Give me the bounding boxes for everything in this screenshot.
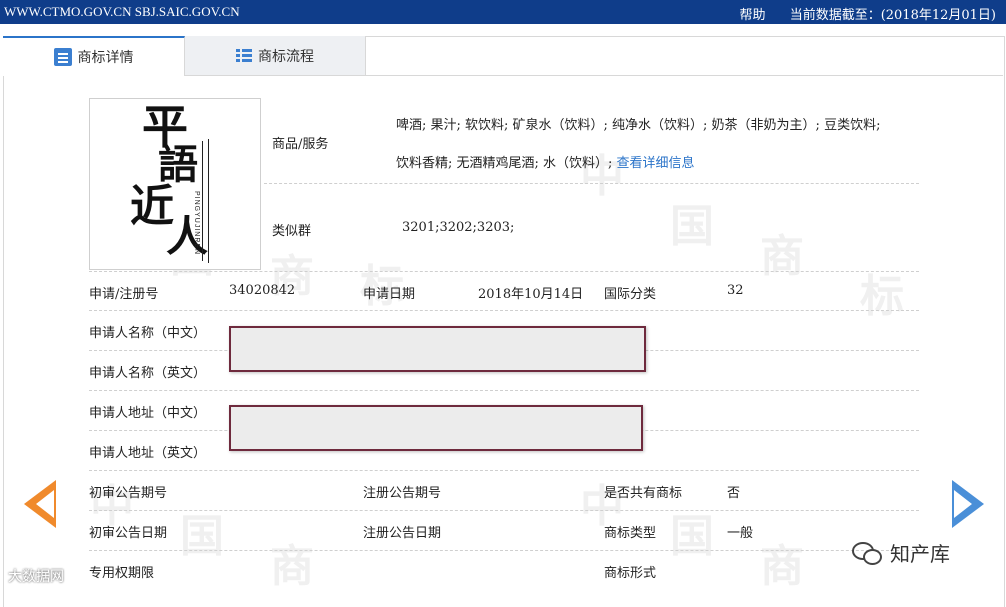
view-details-link[interactable]: 查看详细信息 — [617, 156, 695, 171]
tab-label: 商标详情 — [77, 50, 134, 66]
address-en-label: 申请人地址（英文） — [89, 446, 207, 461]
shared-mark-value: 否 — [727, 486, 741, 501]
data-date: 当前数据截至：(2018年12月01日) — [789, 8, 996, 23]
prelim-pub-date-label: 初审公告日期 — [89, 526, 168, 541]
next-arrow-icon[interactable] — [952, 480, 984, 528]
apply-date-value: 2018年10月14日 — [478, 287, 584, 302]
intl-class-label: 国际分类 — [604, 287, 657, 302]
row-divider — [89, 510, 919, 511]
exclusive-period-label: 专用权期限 — [89, 566, 155, 581]
top-bar: WWW.CTMO.GOV.CN SBJ.SAIC.GOV.CN 帮助 当前数据截… — [0, 0, 1006, 24]
goods-line-2-text: 饮料香精; 无酒精鸡尾酒; 水（饮料）; — [396, 156, 613, 171]
row-divider — [89, 390, 919, 391]
redaction-box — [229, 405, 643, 451]
row-divider — [89, 470, 919, 471]
prelim-pub-no-label: 初审公告期号 — [89, 486, 168, 501]
goods-line-1: 啤酒; 果汁; 软饮料; 矿泉水（饮料）; 纯净水（饮料）; 奶茶（非奶为主）;… — [396, 118, 881, 133]
row-divider — [89, 271, 919, 272]
similar-group-label: 类似群 — [272, 224, 312, 239]
document-list-icon — [53, 48, 72, 66]
tab-label: 商标流程 — [258, 48, 314, 65]
apply-date-label: 申请日期 — [363, 287, 416, 302]
row-divider — [264, 183, 919, 184]
mark-type-label: 商标类型 — [604, 526, 657, 541]
reg-pub-no-label: 注册公告期号 — [363, 486, 442, 501]
goods-line-2: 饮料香精; 无酒精鸡尾酒; 水（饮料）; 查看详细信息 — [396, 152, 695, 171]
brand-watermark: 知产库 — [852, 538, 950, 567]
tab-trademark-process[interactable]: 商标流程 — [185, 36, 366, 76]
reg-no-label: 申请/注册号 — [89, 287, 159, 302]
trademark-char: 語 — [158, 141, 198, 188]
address-cn-label: 申请人地址（中文） — [89, 406, 207, 421]
previous-arrow-icon[interactable] — [24, 480, 56, 528]
trademark-pinyin: PINGYUJINREN — [193, 191, 200, 256]
row-divider — [89, 550, 919, 551]
logo-line — [202, 141, 203, 261]
logo-line — [208, 139, 209, 263]
top-bar-right: 帮助 当前数据截至：(2018年12月01日) — [740, 4, 996, 23]
applicant-en-label: 申请人名称（英文） — [89, 366, 207, 381]
row-divider — [89, 310, 919, 311]
tab-trademark-detail[interactable]: 商标详情 — [3, 36, 185, 76]
brand-name: 知产库 — [890, 542, 950, 566]
corner-watermark: 大数据网 — [8, 569, 64, 585]
mark-type-value: 一般 — [727, 526, 754, 541]
site-url: WWW.CTMO.GOV.CN SBJ.SAIC.GOV.CN — [4, 4, 240, 19]
mark-form-label: 商标形式 — [604, 566, 657, 581]
trademark-char: 人 — [166, 212, 209, 261]
tab-bar: 商标详情 商标流程 — [3, 36, 1003, 76]
goods-label: 商品/服务 — [272, 137, 329, 152]
reg-no-value: 34020842 — [229, 283, 296, 298]
shared-mark-label: 是否共有商标 — [604, 486, 683, 501]
intl-class-value: 32 — [727, 283, 744, 298]
similar-group-value: 3201;3202;3203; — [402, 220, 515, 235]
divider — [366, 75, 1003, 76]
help-link[interactable]: 帮助 — [740, 8, 766, 23]
list-icon — [236, 48, 252, 63]
redaction-box — [229, 326, 646, 372]
applicant-cn-label: 申请人名称（中文） — [89, 326, 207, 341]
reg-pub-date-label: 注册公告日期 — [363, 526, 442, 541]
trademark-image: 平 語 近 人 PINGYUJINREN — [89, 98, 261, 270]
wechat-icon — [852, 541, 882, 565]
